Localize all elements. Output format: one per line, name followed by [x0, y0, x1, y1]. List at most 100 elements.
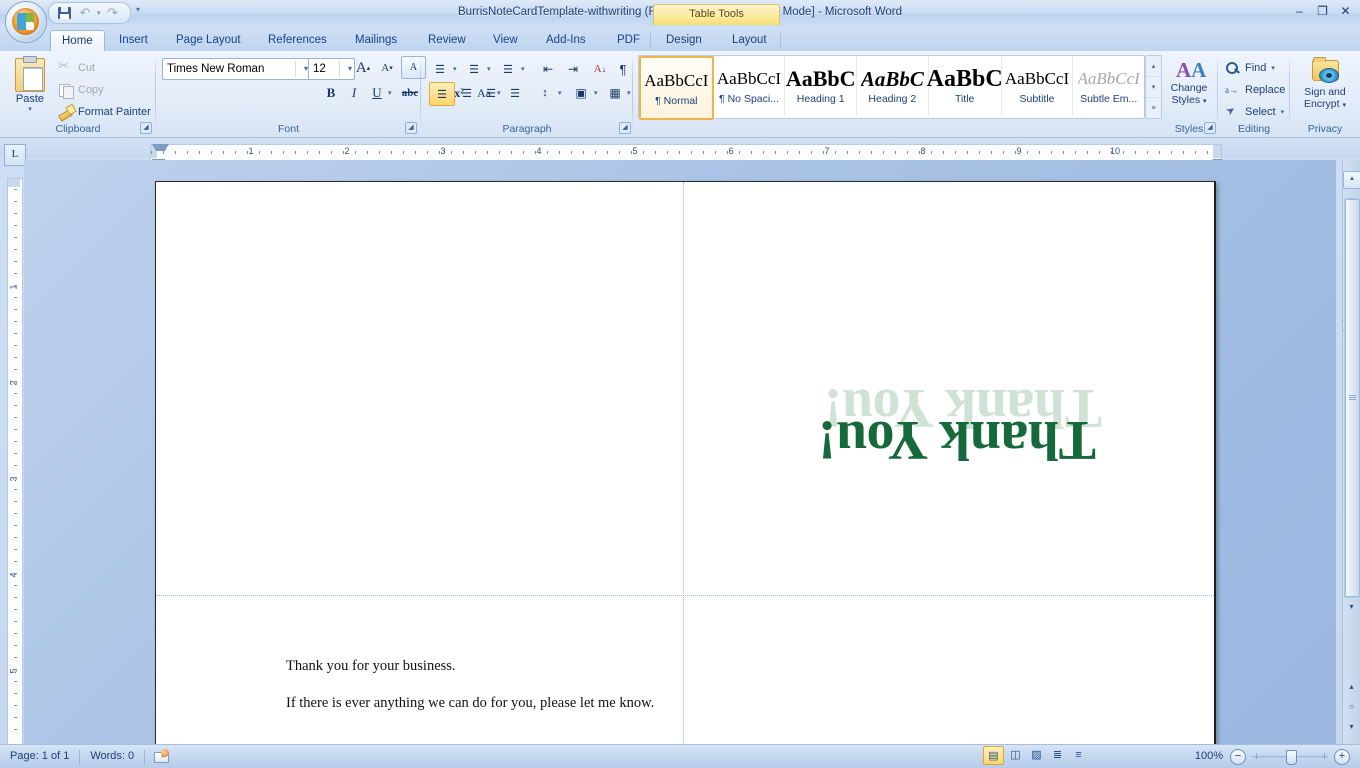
styles-more-icon[interactable]: ≡ [1146, 98, 1161, 118]
view-full-screen-reading-button[interactable]: ◫ [1006, 746, 1025, 763]
page-indicator[interactable]: Page: 1 of 1 [0, 748, 79, 765]
style-item-heading-2[interactable]: AaBbC Heading 2 [857, 56, 929, 116]
scroll-up-button[interactable]: ▴ [1343, 171, 1360, 189]
view-web-layout-button[interactable]: ▨ [1027, 746, 1046, 763]
select-button[interactable]: Select ▾ [1222, 102, 1287, 121]
styles-scroll-up-icon[interactable]: ▴ [1146, 56, 1161, 77]
paste-button[interactable]: Paste ▾ [8, 56, 52, 118]
font-name-combo[interactable]: Times New Roman ▾ [162, 58, 311, 80]
tab-pdf[interactable]: PDF [606, 30, 651, 51]
font-size-combo[interactable]: 12 ▾ [308, 58, 355, 80]
view-print-layout-button[interactable]: ▤ [983, 746, 1004, 765]
shading-dropdown-icon[interactable]: ▾ [594, 89, 598, 97]
undo-dropdown-icon[interactable]: ▾ [97, 9, 101, 17]
style-item-no-spacing[interactable]: AaBbCcI ¶ No Spaci... [713, 56, 786, 116]
vertical-scrollbar[interactable]: ▴ ▾ ▴ ○ ▾ [1342, 160, 1360, 745]
scrollbar-thumb[interactable] [1345, 199, 1360, 597]
view-draft-button[interactable]: ≡ [1069, 746, 1088, 763]
align-left-button[interactable]: ☰ [429, 82, 455, 106]
change-styles-button[interactable]: AA Change Styles ▾ [1162, 56, 1216, 108]
styles-dialog-launcher[interactable]: ◢ [1204, 122, 1216, 134]
tab-mailings[interactable]: Mailings [344, 30, 408, 51]
document-canvas[interactable]: Thank You! Thank You! Thank you for your… [24, 160, 1336, 745]
card-title-block[interactable]: Thank You! Thank You! [796, 342, 1102, 472]
underline-dropdown-icon[interactable]: ▾ [388, 89, 392, 97]
proofing-status-icon[interactable] [153, 749, 170, 764]
sign-and-encrypt-button[interactable]: Sign and Encrypt ▾ [1293, 55, 1357, 112]
zoom-slider-thumb[interactable] [1286, 750, 1297, 765]
scroll-down-button[interactable]: ▾ [1344, 600, 1359, 615]
tab-add-ins[interactable]: Add-Ins [535, 30, 597, 51]
tab-references[interactable]: References [257, 30, 338, 51]
shading-button[interactable]: ▣ [569, 82, 593, 104]
line-spacing-dropdown-icon[interactable]: ▾ [558, 89, 562, 97]
numbering-button[interactable]: ☰ [463, 58, 485, 80]
increase-indent-button[interactable]: ⇥ [561, 58, 585, 80]
minimize-button[interactable]: – [1291, 4, 1308, 18]
scrollbar-track[interactable] [1344, 198, 1360, 598]
paste-dropdown-icon[interactable]: ▾ [8, 105, 52, 113]
show-formatting-marks-button[interactable]: ¶ [612, 58, 634, 80]
style-item-title[interactable]: AaBbC Title [927, 56, 1003, 116]
bullets-dropdown-icon[interactable]: ▾ [453, 65, 457, 73]
tab-stop-selector[interactable]: L [4, 144, 26, 166]
style-item-normal[interactable]: AaBbCcI ¶ Normal [639, 56, 714, 120]
style-item-subtitle[interactable]: AaBbCcI Subtitle [1001, 56, 1074, 116]
bold-button[interactable]: B [320, 82, 342, 104]
zoom-in-button[interactable]: + [1334, 749, 1350, 765]
numbering-dropdown-icon[interactable]: ▾ [487, 65, 491, 73]
copy-button[interactable]: Copy [55, 80, 107, 99]
zoom-out-button[interactable]: − [1230, 749, 1246, 765]
decrease-indent-button[interactable]: ⇤ [536, 58, 560, 80]
multilevel-dropdown-icon[interactable]: ▾ [521, 65, 525, 73]
grow-font-button[interactable]: A ▴ [352, 57, 374, 79]
select-browse-object-button[interactable]: ○ [1344, 700, 1359, 715]
align-center-button[interactable]: ☰ [455, 82, 479, 104]
tab-design[interactable]: Design [655, 30, 713, 51]
justify-button[interactable]: ☰ [503, 82, 527, 104]
redo-button[interactable]: ↷ [104, 5, 122, 21]
select-dropdown-icon[interactable]: ▾ [1281, 108, 1285, 116]
tab-view[interactable]: View [482, 30, 529, 51]
styles-scroll-down-icon[interactable]: ▾ [1146, 77, 1161, 98]
font-dialog-launcher[interactable]: ◢ [405, 122, 417, 134]
zoom-slider[interactable]: − + [1230, 749, 1350, 765]
find-button[interactable]: Find ▾ [1222, 58, 1278, 77]
undo-button[interactable]: ↶ [76, 5, 94, 21]
previous-page-button[interactable]: ▴ [1344, 680, 1359, 695]
view-outline-button[interactable]: ≣ [1048, 746, 1067, 763]
horizontal-ruler[interactable]: 1 2 3 4 5 6 7 8 9 10 [150, 144, 1222, 161]
align-right-button[interactable]: ☰ [479, 82, 503, 104]
strikethrough-button[interactable]: abc [398, 82, 422, 104]
cut-button[interactable]: Cut [55, 58, 98, 77]
replace-button[interactable]: a→ Replace [1222, 80, 1288, 99]
format-painter-button[interactable]: Format Painter [55, 102, 154, 121]
sort-button[interactable]: A ↓ [589, 58, 611, 80]
word-count[interactable]: Words: 0 [80, 748, 144, 765]
clipboard-dialog-launcher[interactable]: ◢ [140, 122, 152, 134]
next-page-button[interactable]: ▾ [1344, 720, 1359, 735]
tab-home[interactable]: Home [50, 30, 105, 53]
office-button[interactable] [5, 1, 47, 43]
customize-qat-icon[interactable]: ▾ [136, 5, 140, 14]
zoom-level-label[interactable]: 100% [1195, 748, 1223, 765]
shrink-font-button[interactable]: A ▾ [376, 57, 398, 79]
borders-button[interactable]: ▦ [603, 82, 627, 104]
card-body-text[interactable]: Thank you for your business. If there is… [286, 657, 666, 731]
find-dropdown-icon[interactable]: ▾ [1271, 64, 1275, 72]
tab-review[interactable]: Review [417, 30, 477, 51]
styles-gallery[interactable]: AaBbCcI ¶ Normal AaBbCcI ¶ No Spaci... A… [638, 55, 1145, 120]
vertical-ruler[interactable]: 1 2 3 4 5 [7, 178, 23, 745]
paragraph-dialog-launcher[interactable]: ◢ [619, 122, 631, 134]
multilevel-list-button[interactable]: ☰ [497, 58, 519, 80]
borders-dropdown-icon[interactable]: ▾ [627, 89, 631, 97]
tab-layout[interactable]: Layout [721, 30, 778, 51]
bullets-button[interactable]: ☰ [429, 58, 451, 80]
document-page[interactable]: Thank You! Thank You! Thank you for your… [155, 181, 1216, 745]
restore-button[interactable]: ❐ [1314, 4, 1331, 18]
style-item-heading-1[interactable]: AaBbC Heading 1 [785, 56, 858, 116]
style-item-subtle-emphasis[interactable]: AaBbCcI Subtle Em... [1073, 56, 1145, 116]
tab-page-layout[interactable]: Page Layout [165, 30, 252, 51]
tab-insert[interactable]: Insert [108, 30, 159, 51]
line-spacing-button[interactable]: ↕ [533, 82, 557, 104]
